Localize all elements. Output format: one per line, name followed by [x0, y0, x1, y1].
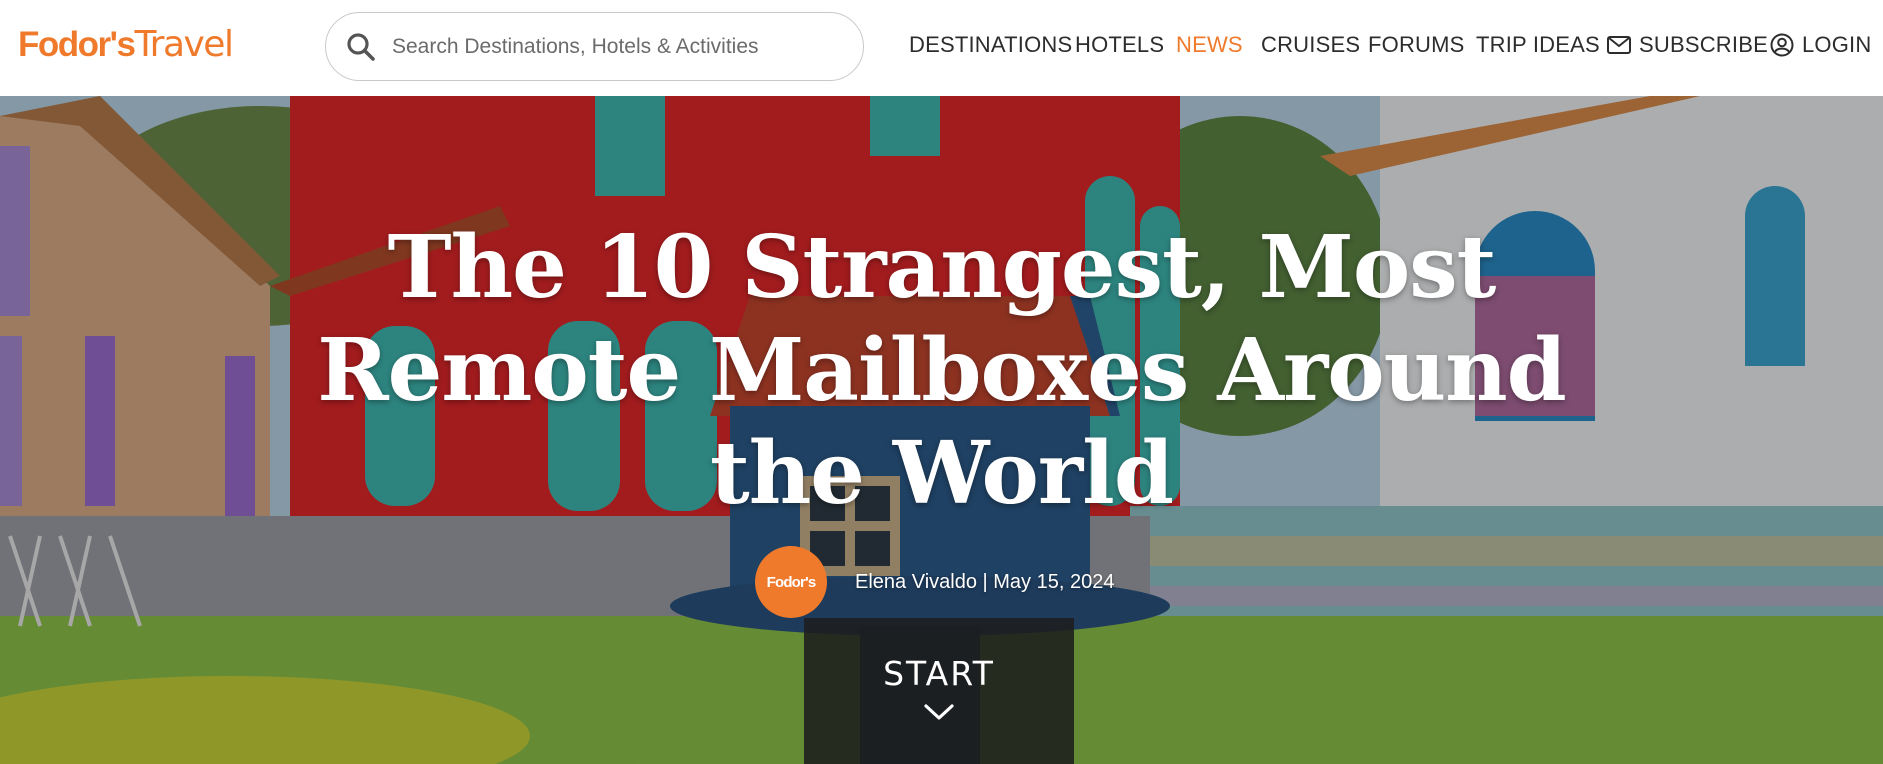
- nav-forums[interactable]: FORUMS: [1368, 32, 1465, 58]
- search-input[interactable]: [392, 34, 832, 59]
- article-title: The 10 Strangest, Most Remote Mailboxes …: [317, 217, 1567, 524]
- start-button[interactable]: START: [804, 618, 1074, 764]
- nav-subscribe[interactable]: SUBSCRIBE: [1607, 32, 1768, 58]
- hero-section: The 10 Strangest, Most Remote Mailboxes …: [0, 96, 1883, 764]
- nav-destinations[interactable]: DESTINATIONS: [909, 32, 1072, 58]
- chevron-down-icon: [924, 704, 954, 720]
- fodors-travel-logo[interactable]: Fodor's Travel: [18, 24, 234, 70]
- nav-hotels[interactable]: HOTELS: [1075, 32, 1164, 58]
- nav-login-label: LOGIN: [1802, 32, 1872, 57]
- site-header: Fodor'sTravel DESTINATIONS HOTELS NEWS C…: [0, 0, 1883, 96]
- author-avatar[interactable]: Fodor's: [755, 546, 827, 618]
- search-bar[interactable]: [325, 12, 864, 81]
- nav-subscribe-label: SUBSCRIBE: [1639, 32, 1768, 57]
- nav-trip-ideas[interactable]: TRIP IDEAS: [1476, 32, 1600, 58]
- author-date: Elena Vivaldo | May 15, 2024: [855, 570, 1115, 593]
- nav-news[interactable]: NEWS: [1176, 32, 1243, 58]
- nav-cruises[interactable]: CRUISES: [1261, 32, 1360, 58]
- article-byline: Fodor's Elena Vivaldo | May 15, 2024: [755, 546, 1114, 618]
- mail-icon: [1607, 36, 1631, 54]
- logo-travel: Travel: [134, 24, 234, 65]
- start-label: START: [883, 654, 995, 693]
- nav-login[interactable]: LOGIN: [1770, 32, 1871, 58]
- user-icon: [1770, 33, 1794, 57]
- search-icon[interactable]: [346, 32, 376, 62]
- logo-brand: Fodor's: [18, 25, 136, 64]
